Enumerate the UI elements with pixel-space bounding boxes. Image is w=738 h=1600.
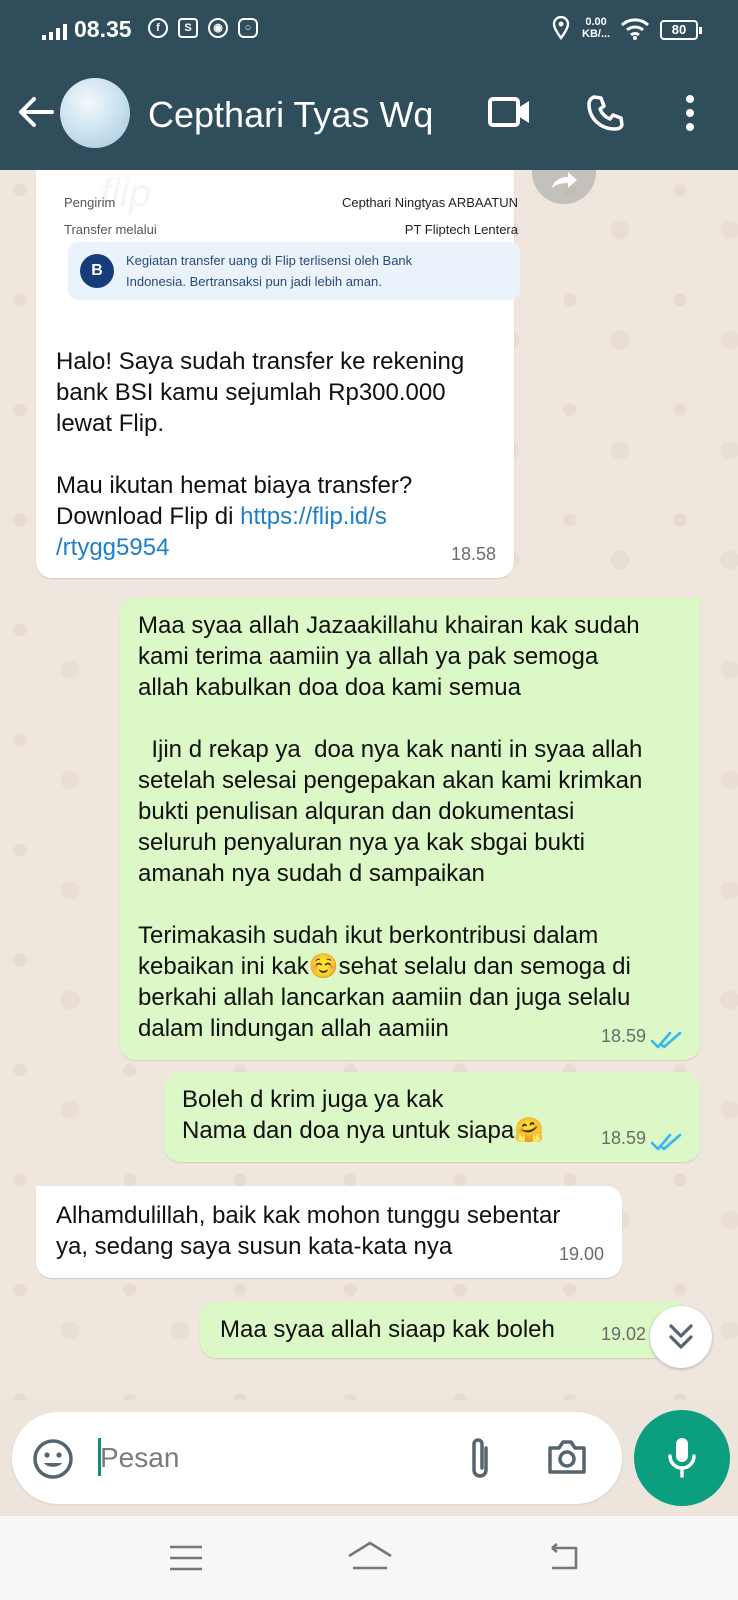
- contact-name[interactable]: Cepthari Tyas Wq: [148, 94, 433, 136]
- instagram-icon: ○: [238, 18, 258, 38]
- message-text: Maa syaa allah Jazaakillahu khairan kak …: [138, 612, 643, 1042]
- back-arrow-icon[interactable]: [16, 92, 56, 132]
- location-icon: [552, 16, 570, 40]
- wifi-icon: [620, 18, 650, 40]
- message-outgoing[interactable]: Boleh d krim juga ya kak Nama dan doa ny…: [164, 1072, 700, 1162]
- read-ticks-icon: [650, 1133, 682, 1151]
- avatar[interactable]: [60, 78, 130, 148]
- status-bar: 08.35 f S ◉ ○ 0.00 KB/... 80: [0, 0, 738, 58]
- message-time: 18.59: [600, 1128, 646, 1148]
- back-nav-icon[interactable]: [544, 1542, 580, 1572]
- message-time: 19.02: [600, 1324, 646, 1344]
- read-ticks-icon: [650, 1031, 682, 1049]
- message-outgoing[interactable]: Maa syaa allah Jazaakillahu khairan kak …: [120, 598, 700, 1060]
- battery-icon: 80: [660, 20, 702, 40]
- system-nav-bar: [0, 1516, 738, 1600]
- signal-icon: [42, 22, 67, 40]
- home-icon[interactable]: [346, 1540, 394, 1572]
- attach-icon[interactable]: [466, 1434, 494, 1482]
- forward-button[interactable]: [532, 170, 596, 204]
- status-time: 08.35: [74, 16, 132, 42]
- menu-icon[interactable]: [168, 1544, 204, 1572]
- message-incoming-flip[interactable]: flip Pengirim Cepthari Ningtyas ARBAATUN…: [36, 170, 520, 578]
- emoji-icon[interactable]: [32, 1438, 74, 1480]
- via-label: Transfer melalui: [64, 222, 157, 237]
- chrome-icon: ◉: [208, 18, 228, 38]
- message-input[interactable]: Pesan: [100, 1442, 179, 1474]
- transfer-card: flip Pengirim Cepthari Ningtyas ARBAATUN…: [56, 170, 526, 310]
- network-speed: 0.00 KB/...: [582, 16, 611, 40]
- message-text: Alhamdulillah, baik kak mohon tunggu seb…: [56, 1202, 561, 1260]
- message-text: Halo! Saya sudah transfer ke rekening ba…: [56, 348, 465, 561]
- license-notice: B Kegiatan transfer uang di Flip terlise…: [68, 242, 520, 300]
- chat-header: Cepthari Tyas Wq: [0, 58, 738, 170]
- phone-call-icon[interactable]: [586, 94, 624, 132]
- message-time: 18.58: [450, 544, 496, 564]
- shop-icon: S: [178, 18, 198, 38]
- flip-link[interactable]: https://flip.id/s: [240, 503, 387, 530]
- flip-link-cont[interactable]: /rtygg5954: [56, 534, 169, 561]
- video-call-icon[interactable]: [488, 94, 532, 130]
- mic-button[interactable]: [634, 1410, 730, 1506]
- message-text: Maa syaa allah siaap kak boleh: [220, 1316, 555, 1343]
- camera-icon[interactable]: [546, 1438, 588, 1476]
- bank-indonesia-logo: B: [80, 254, 114, 288]
- chat-area[interactable]: flip Pengirim Cepthari Ningtyas ARBAATUN…: [0, 170, 738, 1400]
- more-vert-icon[interactable]: [684, 94, 696, 132]
- message-time: 19.00: [558, 1244, 604, 1264]
- mic-icon: [668, 1438, 696, 1478]
- message-outgoing[interactable]: Maa syaa allah siaap kak boleh 19.02: [200, 1302, 680, 1358]
- message-time: 18.59: [600, 1026, 646, 1046]
- scroll-down-button[interactable]: [650, 1306, 712, 1368]
- facebook-icon: f: [148, 18, 168, 38]
- double-chevron-down-icon: [669, 1324, 693, 1349]
- message-incoming[interactable]: Alhamdulillah, baik kak mohon tunggu seb…: [36, 1186, 622, 1278]
- forward-icon: [552, 172, 577, 188]
- via-value: PT Fliptech Lentera: [404, 222, 518, 237]
- message-composer: Pesan: [12, 1412, 622, 1504]
